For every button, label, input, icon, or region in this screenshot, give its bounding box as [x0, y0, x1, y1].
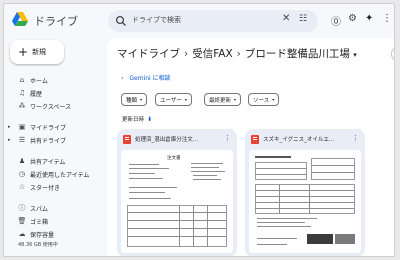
storage-usage-text: 48.36 GB 使用中: [18, 242, 58, 248]
new-button-label: 新規: [32, 48, 47, 56]
sidebar-item-shared[interactable]: ♟ 共有アイテム: [8, 155, 66, 167]
dropdown-icon: ▾: [234, 97, 237, 102]
sidebar-item-trash[interactable]: 🗑 ゴミ箱: [8, 215, 48, 227]
sidebar-item-starred[interactable]: ☆ スター付き: [8, 181, 60, 193]
dropdown-icon: ▾: [272, 97, 275, 102]
search-bar[interactable]: ドライブで検索 ✕ ☷: [108, 10, 318, 32]
sidebar-item-spam[interactable]: ⓘ スパム: [8, 202, 49, 214]
breadcrumb-mid[interactable]: 受信FAX: [192, 48, 232, 60]
pdf-icon: [123, 135, 131, 144]
file-thumbnail[interactable]: [249, 150, 361, 253]
drive-window: ドライブ ドライブで検索 ✕ ☷ ⓪ ⚙ ✦ ⋮ + 新規 ⌂ ホーム ♫ 履歴…: [3, 3, 395, 257]
app-title[interactable]: ドライブ: [34, 13, 78, 29]
plus-icon: +: [18, 45, 29, 59]
help-icon[interactable]: ⓪: [331, 13, 341, 28]
cloud-icon: ☁: [18, 230, 26, 238]
chevron-right-icon: ›: [121, 75, 124, 82]
breadcrumb-root[interactable]: マイドライブ: [117, 48, 180, 60]
sidebar-item-history[interactable]: ♫ 履歴: [8, 87, 42, 99]
file-thumbnail[interactable]: 注文書: [121, 150, 233, 253]
sidebar-item-workspace[interactable]: ⁂ ワークスペース: [8, 100, 72, 112]
pdf-icon: [251, 135, 259, 144]
file-card[interactable]: スズキ_イグニス_オイルエ... ⋮: [245, 129, 365, 256]
spam-icon: ⓘ: [18, 204, 26, 212]
shared-drive-icon: ☰: [18, 136, 26, 144]
file-title: スズキ_イグニス_オイルエ...: [263, 137, 335, 143]
settings-icon[interactable]: ⚙: [348, 13, 357, 24]
main-content: マイドライブ › 受信FAX › ブロード整備品川工場 ▾ › Gemini に相談 種類…: [107, 38, 394, 256]
apps-icon[interactable]: ⋮: [382, 13, 392, 24]
home-icon: ⌂: [19, 76, 25, 84]
gemini-prompt[interactable]: › Gemini に相談: [121, 73, 171, 82]
redacted-block: [335, 234, 355, 244]
drive-icon: ▣: [18, 123, 26, 131]
document-heading: 注文書: [167, 156, 181, 161]
redacted-block: [307, 234, 333, 244]
chevron-right-icon: ›: [184, 48, 189, 60]
details-button[interactable]: [391, 46, 394, 62]
search-input[interactable]: ドライブで検索: [132, 15, 181, 25]
search-icon: [115, 15, 126, 26]
file-title: 処理済_混出倉庫分注文...: [135, 137, 198, 143]
filter-people-chip[interactable]: ユーザー ▾: [155, 93, 192, 106]
history-icon: ♫: [18, 89, 26, 97]
dropdown-icon: ▾: [184, 97, 187, 102]
workspace-icon: ⁂: [18, 102, 26, 110]
clock-icon: ◷: [18, 170, 26, 178]
search-options-icon[interactable]: ☷: [299, 14, 307, 24]
sidebar-item-shared-drives[interactable]: ▸ ☰ 共有ドライブ: [8, 134, 66, 146]
sidebar-item-storage[interactable]: ☁ 保存容量: [8, 228, 55, 240]
sidebar-item-home[interactable]: ⌂ ホーム: [8, 74, 48, 86]
gemini-icon[interactable]: ✦: [365, 13, 373, 24]
trash-icon: 🗑: [17, 217, 27, 225]
more-options-icon[interactable]: ⋮: [352, 134, 359, 142]
file-card[interactable]: 処理済_混出倉庫分注文... ⋮ 注文書: [117, 129, 237, 256]
clear-search-icon[interactable]: ✕: [282, 13, 290, 24]
breadcrumb-current[interactable]: ブロード整備品川工場: [245, 48, 350, 60]
shared-people-icon: ♟: [18, 157, 26, 165]
filter-source-chip[interactable]: ソース ▾: [248, 93, 280, 106]
dropdown-icon: ▾: [140, 97, 143, 102]
breadcrumb: マイドライブ › 受信FAX › ブロード整備品川工場 ▾: [117, 46, 357, 61]
new-button[interactable]: + 新規: [10, 40, 64, 64]
sort-control[interactable]: 更新日時 ⬇: [122, 115, 152, 124]
sidebar-item-recent[interactable]: ◷ 最近使用したアイテム: [8, 168, 89, 180]
chevron-down-icon[interactable]: ▾: [353, 51, 357, 59]
filter-type-chip[interactable]: 種類 ▾: [121, 93, 148, 106]
more-options-icon[interactable]: ⋮: [224, 134, 231, 142]
arrow-down-icon[interactable]: ⬇: [147, 116, 152, 123]
chevron-right-icon: ›: [236, 48, 241, 60]
filter-modified-chip[interactable]: 最終更新 ▾: [204, 93, 242, 106]
star-icon: ☆: [18, 183, 26, 191]
sidebar-item-my-drive[interactable]: ▸ ▣ マイドライブ: [8, 121, 66, 133]
drive-logo-icon: [12, 12, 28, 26]
